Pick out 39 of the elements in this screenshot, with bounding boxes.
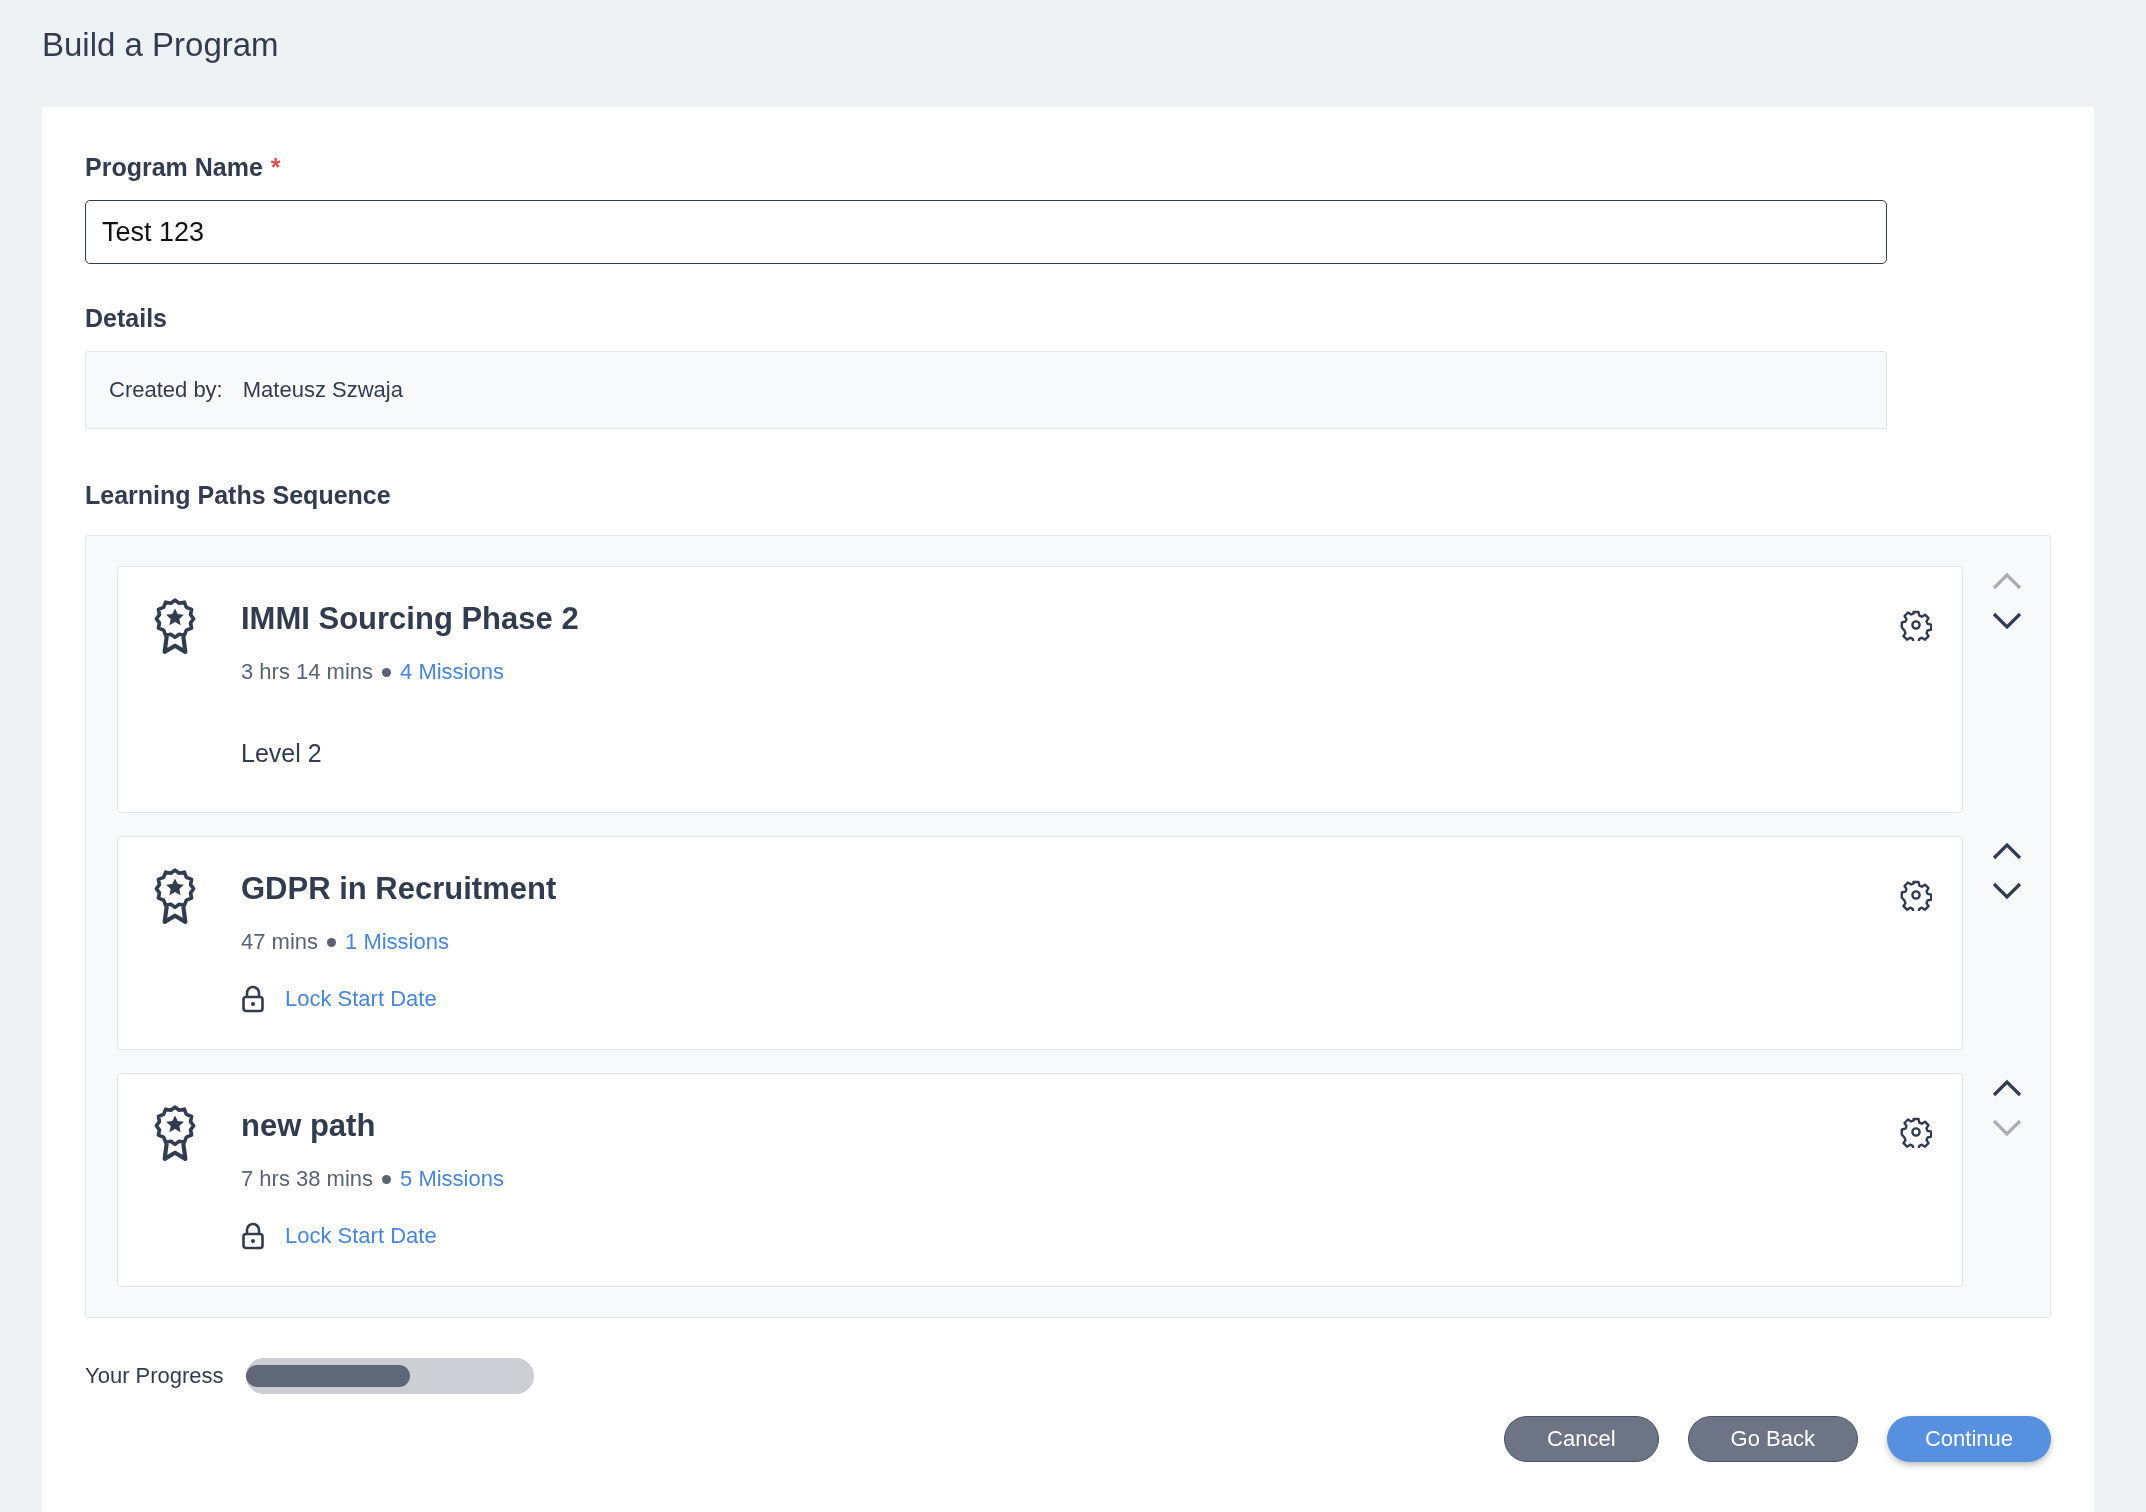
- path-title: GDPR in Recruitment: [241, 870, 558, 908]
- missions-link[interactable]: 5 Missions: [400, 1166, 504, 1192]
- path-title: new path: [241, 1107, 377, 1145]
- section-label: Learning Paths Sequence: [85, 481, 392, 510]
- award-ribbon-icon: [154, 597, 196, 655]
- move-up-icon[interactable]: [1992, 1079, 2022, 1097]
- missions-link[interactable]: 1 Missions: [345, 929, 449, 955]
- page-title: Build a Program: [42, 25, 280, 65]
- continue-button[interactable]: Continue: [1886, 1416, 2051, 1462]
- award-ribbon-icon: [154, 867, 196, 925]
- bullet-icon: [382, 1174, 392, 1184]
- program-name-field[interactable]: Test 123: [85, 200, 1887, 264]
- bullet-icon: [382, 667, 392, 677]
- progress-label: Your Progress: [85, 1363, 224, 1389]
- secondary-button[interactable]: Cancel: [1504, 1416, 1659, 1462]
- duration-text: 47 mins: [241, 929, 319, 955]
- path-title: IMMI Sourcing Phase 2: [241, 600, 580, 638]
- lock-icon: [241, 1222, 265, 1250]
- move-up-icon[interactable]: [1992, 842, 2022, 860]
- move-down-icon[interactable]: [1992, 882, 2022, 900]
- field-label: Program Name: [85, 153, 263, 182]
- settings-icon[interactable]: [1900, 609, 1932, 641]
- missions-link[interactable]: 4 Missions: [400, 659, 504, 685]
- created-by-label: Created by:: [109, 377, 223, 403]
- created-by-value: Mateusz Szwaja: [242, 377, 403, 403]
- lock-icon: [241, 985, 265, 1013]
- move-down-icon[interactable]: [1992, 612, 2022, 630]
- level-text: Level 2: [241, 739, 323, 768]
- settings-icon[interactable]: [1900, 1116, 1932, 1148]
- lock-start-date-link[interactable]: Lock Start Date: [285, 1223, 437, 1249]
- lock-start-date-link[interactable]: Lock Start Date: [285, 986, 437, 1012]
- bullet-icon: [327, 937, 337, 947]
- secondary-button[interactable]: Go Back: [1687, 1416, 1858, 1462]
- duration-text: 3 hrs 14 mins: [241, 659, 374, 685]
- settings-icon[interactable]: [1900, 879, 1932, 911]
- section-label: Details: [85, 304, 168, 333]
- award-ribbon-icon: [154, 1104, 196, 1162]
- required-mark: *: [270, 153, 281, 182]
- duration-text: 7 hrs 38 mins: [241, 1166, 374, 1192]
